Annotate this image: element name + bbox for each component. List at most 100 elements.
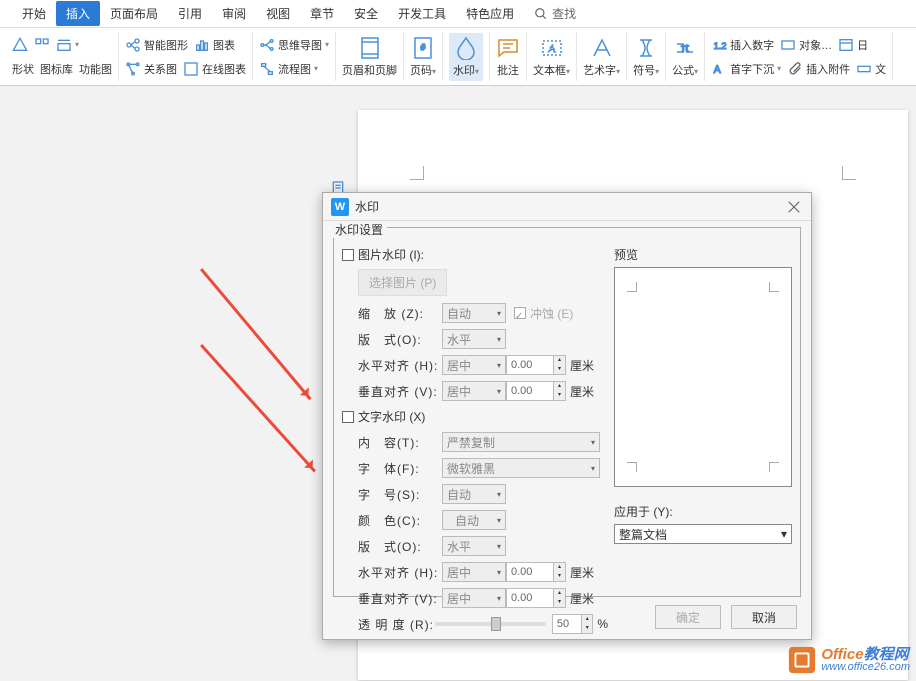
halign2-label: 水平对齐 (H):: [358, 564, 442, 581]
fontsize-select[interactable]: 自动▾: [442, 484, 506, 504]
ribbon-mindmap[interactable]: 思维导图▾: [259, 37, 329, 53]
text-watermark-checkbox[interactable]: [342, 411, 354, 423]
opacity-slider[interactable]: [435, 622, 546, 626]
formula-icon: π: [673, 36, 697, 60]
ribbon-insertnumber[interactable]: 1.2插入数字: [711, 37, 774, 53]
erode-checkbox[interactable]: ✓: [514, 307, 526, 319]
layout2-select[interactable]: 水平▾: [442, 536, 506, 556]
cancel-button[interactable]: 取消: [731, 605, 797, 629]
font-select[interactable]: 微软雅黑▾: [442, 458, 600, 478]
preview-box: [614, 267, 792, 487]
halign1-spinner[interactable]: 0.00: [506, 355, 554, 375]
page-margin-corner: [842, 166, 856, 180]
ribbon-relation[interactable]: 关系图: [125, 61, 177, 77]
dropcap-icon: A: [711, 61, 727, 77]
ribbon-smartart[interactable]: 智能图形: [125, 37, 188, 53]
office-logo-icon: [787, 645, 817, 675]
annotation-arrow: [200, 268, 312, 400]
ribbon-comment[interactable]: 批注: [496, 33, 520, 81]
ribbon-headerfooter[interactable]: 页眉和页脚: [342, 33, 397, 81]
annotation-arrow: [200, 344, 316, 472]
tab-review[interactable]: 审阅: [212, 1, 256, 26]
tab-insert[interactable]: 插入: [56, 1, 100, 26]
apply-to-label: 应用于 (Y):: [614, 503, 792, 520]
close-icon[interactable]: [785, 198, 803, 216]
search-box[interactable]: 查找: [534, 5, 576, 22]
valign1-spinner[interactable]: 0.00: [506, 381, 554, 401]
tab-reference[interactable]: 引用: [168, 1, 212, 26]
spin-buttons[interactable]: ▴▾: [554, 562, 566, 582]
apply-to-select[interactable]: 整篇文档▾: [614, 524, 792, 544]
unit-label: 厘米: [570, 590, 594, 607]
layout1-select[interactable]: 水平▾: [442, 329, 506, 349]
ribbon-formula[interactable]: π公式▾: [672, 33, 698, 81]
ribbon-iconlib[interactable]: [34, 37, 50, 53]
ribbon-flowchart[interactable]: 流程图▾: [259, 61, 318, 77]
ribbon-funcchart-label[interactable]: 功能图: [79, 61, 112, 77]
ribbon-wordart[interactable]: 艺术字▾: [583, 33, 620, 81]
page-margin-corner: [410, 166, 424, 180]
font-label: 字 体(F):: [358, 460, 442, 477]
ribbon-attachment[interactable]: 插入附件: [787, 61, 850, 77]
valign2-spinner[interactable]: 0.00: [506, 588, 554, 608]
ribbon-funcchart[interactable]: ▾: [56, 37, 79, 53]
icons-icon: [34, 37, 50, 53]
spin-buttons[interactable]: ▴▾: [554, 381, 566, 401]
shape-icon: [12, 37, 28, 53]
wps-icon: W: [331, 198, 349, 216]
halign1-label: 水平对齐 (H):: [358, 357, 442, 374]
ribbon-object[interactable]: 对象…: [780, 37, 832, 53]
pagenum-icon: #: [411, 36, 435, 60]
halign2-spinner[interactable]: 0.00: [506, 562, 554, 582]
tab-layout[interactable]: 页面布局: [100, 1, 168, 26]
ribbon-iconlib-label[interactable]: 图标库: [40, 61, 73, 77]
select-image-button[interactable]: 选择图片 (P): [358, 269, 447, 296]
ribbon-chart[interactable]: 图表: [194, 37, 235, 53]
dialog-title: 水印: [355, 198, 379, 215]
mindmap-icon: [259, 37, 275, 53]
ribbon-textbox[interactable]: A文本框▾: [533, 33, 570, 81]
spin-buttons[interactable]: ▴▾: [554, 355, 566, 375]
image-watermark-checkbox[interactable]: [342, 249, 354, 261]
tab-devtools[interactable]: 开发工具: [388, 1, 456, 26]
opacity-spinner[interactable]: 50: [552, 614, 582, 634]
dialog-titlebar[interactable]: W 水印: [323, 193, 811, 221]
valign1-label: 垂直对齐 (V):: [358, 383, 442, 400]
tab-security[interactable]: 安全: [344, 1, 388, 26]
valign2-select[interactable]: 居中▾: [442, 588, 506, 608]
ribbon-symbol[interactable]: 符号▾: [633, 33, 659, 81]
textfield-icon: [856, 61, 872, 77]
site-watermark-logo: Office教程网 www.office26.com: [787, 645, 910, 675]
ribbon-onlinechart[interactable]: 在线图表: [183, 61, 246, 77]
zoom-select[interactable]: 自动▾: [442, 303, 506, 323]
opacity-label: 透 明 度 (R):: [358, 616, 435, 633]
tab-chapter[interactable]: 章节: [300, 1, 344, 26]
svg-text:#: #: [421, 43, 426, 52]
date-icon: [838, 37, 854, 53]
tab-start[interactable]: 开始: [12, 1, 56, 26]
ok-button[interactable]: 确定: [655, 605, 721, 629]
tab-special[interactable]: 特色应用: [456, 1, 524, 26]
tab-view[interactable]: 视图: [256, 1, 300, 26]
content-label: 内 容(T):: [358, 434, 442, 451]
layout1-label: 版 式(O):: [358, 331, 442, 348]
spin-buttons[interactable]: ▴▾: [582, 614, 593, 634]
symbol-icon: [634, 36, 658, 60]
halign1-select[interactable]: 居中▾: [442, 355, 506, 375]
ribbon-textfield[interactable]: 文: [856, 61, 886, 77]
fontsize-label: 字 号(S):: [358, 486, 442, 503]
ribbon-pagenumber[interactable]: #页码▾: [410, 33, 436, 81]
headerfooter-icon: [358, 36, 382, 60]
ribbon-watermark[interactable]: 水印▾: [449, 33, 483, 81]
content-select[interactable]: 严禁复制▾: [442, 432, 600, 452]
ribbon-dropcap[interactable]: A首字下沉▾: [711, 61, 781, 77]
halign2-select[interactable]: 居中▾: [442, 562, 506, 582]
valign1-select[interactable]: 居中▾: [442, 381, 506, 401]
chart-icon: [194, 37, 210, 53]
ribbon-date[interactable]: 日: [838, 37, 868, 53]
spin-buttons[interactable]: ▴▾: [554, 588, 566, 608]
ribbon-shapes-label[interactable]: 形状: [12, 61, 34, 77]
color-select[interactable]: 自动▾: [442, 510, 506, 530]
watermark-dialog: W 水印 水印设置 图片水印 (I): 选择图片 (P) 缩 放 (Z): 自动…: [322, 192, 812, 640]
ribbon-shapes[interactable]: [12, 37, 28, 53]
